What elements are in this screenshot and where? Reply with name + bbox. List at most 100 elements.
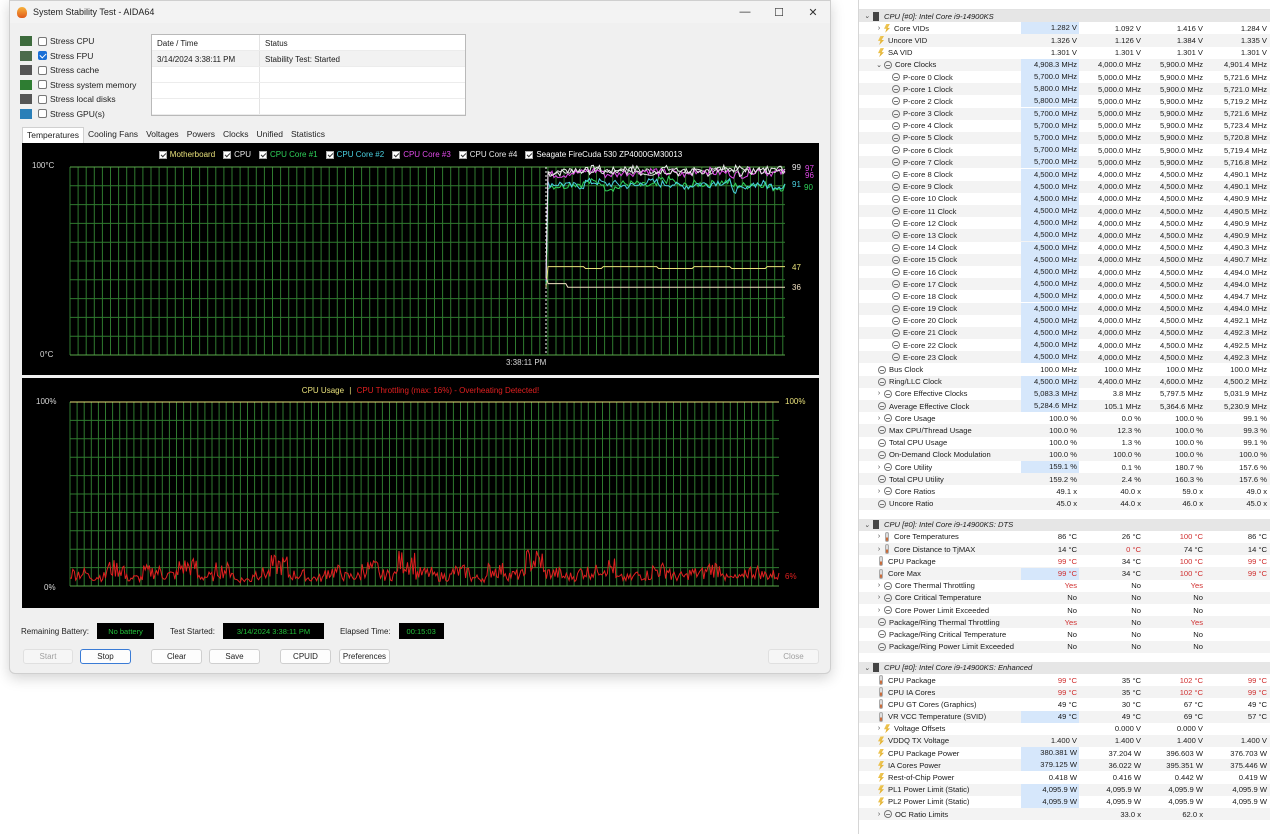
sensor-row[interactable]: E-core 20 Clock 4,500.0 MHz 4,000.0 MHz 4,5… bbox=[859, 314, 1270, 327]
tab-clocks[interactable]: Clocks bbox=[219, 127, 253, 143]
sensor-row[interactable]: › Voltage Offsets 0.000 V 0.000 V bbox=[859, 723, 1270, 735]
legend-checkbox[interactable] bbox=[458, 150, 467, 159]
sensor-row[interactable]: E-core 8 Clock 4,500.0 MHz 4,000.0 MHz 4,50… bbox=[859, 168, 1270, 181]
sensor-row[interactable]: P-core 1 Clock 5,800.0 MHz 5,000.0 MHz 5,90… bbox=[859, 83, 1270, 96]
legend-checkbox[interactable] bbox=[158, 150, 167, 159]
sensor-row[interactable]: › Core Distance to TjMAX 14 °C 0 °C 74 °C 14 … bbox=[859, 543, 1270, 556]
chevron-down-icon[interactable]: ⌄ bbox=[875, 61, 883, 69]
chevron-right-icon[interactable]: › bbox=[875, 582, 883, 589]
chevron-right-icon[interactable]: › bbox=[875, 464, 883, 471]
sensor-row[interactable]: E-core 14 Clock 4,500.0 MHz 4,000.0 MHz 4,5… bbox=[859, 241, 1270, 254]
sensor-row[interactable]: Package/Ring Thermal Throttling Yes No Yes bbox=[859, 616, 1270, 629]
stress-checkbox[interactable] bbox=[38, 51, 47, 61]
sensor-row[interactable]: E-core 10 Clock 4,500.0 MHz 4,000.0 MHz 4,5… bbox=[859, 192, 1270, 205]
chevron-right-icon[interactable]: › bbox=[875, 533, 883, 540]
sensor-row[interactable]: E-core 23 Clock 4,500.0 MHz 4,000.0 MHz 4,5… bbox=[859, 351, 1270, 364]
legend-item[interactable]: CPU Core #1 bbox=[259, 150, 318, 159]
sensor-row[interactable]: P-core 0 Clock 5,700.0 MHz 5,000.0 MHz 5,90… bbox=[859, 71, 1270, 84]
sensor-row[interactable]: › Core Critical Temperature No No No bbox=[859, 591, 1270, 604]
sensor-group-header[interactable]: ⌄ CPU [#0]: Intel Core i9-14900KS bbox=[859, 10, 1270, 23]
sensor-row[interactable]: Total CPU Utility 159.2 % 2.4 % 160.3 % 157.… bbox=[859, 473, 1270, 486]
sensor-row[interactable]: E-core 15 Clock 4,500.0 MHz 4,000.0 MHz 4,5… bbox=[859, 253, 1270, 266]
sensor-row[interactable]: E-core 16 Clock 4,500.0 MHz 4,000.0 MHz 4,5… bbox=[859, 266, 1270, 279]
sensor-row[interactable]: Core Max 99 °C 34 °C 100 °C 99 °C bbox=[859, 567, 1270, 580]
sensor-row[interactable]: › Core Temperatures 86 °C 26 °C 100 °C 86 °C bbox=[859, 531, 1270, 543]
legend-item[interactable]: Motherboard bbox=[158, 150, 215, 159]
sensor-row[interactable]: Rest-of-Chip Power 0.418 W 0.416 W 0.442 W 0… bbox=[859, 771, 1270, 783]
tab-voltages[interactable]: Voltages bbox=[142, 127, 183, 143]
stress-option[interactable]: Stress system memory bbox=[20, 78, 136, 93]
sensor-group-header[interactable]: ⌄ CPU [#0]: Intel Core i9-14900KS: Enhanc… bbox=[859, 661, 1270, 674]
log-row[interactable]: 3/14/2024 3:38:11 PM Stability Test: Sta… bbox=[152, 51, 465, 67]
sensor-row[interactable]: Uncore VID 1.326 V 1.126 V 1.384 V 1.335 V bbox=[859, 34, 1270, 47]
sensor-row[interactable]: P-core 6 Clock 5,700.0 MHz 5,000.0 MHz 5,90… bbox=[859, 144, 1270, 157]
sensor-row[interactable]: › Core VIDs 1.282 V 1.092 V 1.416 V 1.284 V bbox=[859, 22, 1270, 35]
sensor-row[interactable]: › Core Utility 159.1 % 0.1 % 180.7 % 157.6 % bbox=[859, 461, 1270, 474]
close-button[interactable]: Close bbox=[768, 649, 819, 664]
stop-button[interactable]: Stop bbox=[80, 649, 131, 664]
legend-checkbox[interactable] bbox=[325, 150, 334, 159]
sensor-row[interactable]: P-core 5 Clock 5,700.0 MHz 5,000.0 MHz 5,90… bbox=[859, 131, 1270, 145]
sensor-row[interactable]: › Core Thermal Throttling Yes No Yes bbox=[859, 580, 1270, 592]
chevron-down-icon[interactable]: ⌄ bbox=[863, 664, 871, 672]
sensor-row[interactable]: Ring/LLC Clock 4,500.0 MHz 4,400.0 MHz 4,60… bbox=[859, 375, 1270, 388]
sensor-row[interactable]: Max CPU/Thread Usage 100.0 % 12.3 % 100.0 %… bbox=[859, 424, 1270, 437]
chevron-right-icon[interactable]: › bbox=[875, 594, 883, 601]
stress-checkbox[interactable] bbox=[38, 65, 47, 75]
stress-option[interactable]: Stress local disks bbox=[20, 92, 136, 107]
sensor-row[interactable]: P-core 3 Clock 5,700.0 MHz 5,000.0 MHz 5,90… bbox=[859, 107, 1270, 120]
sensor-row[interactable]: PL1 Power Limit (Static) 4,095.9 W 4,095.9… bbox=[859, 783, 1270, 796]
chevron-down-icon[interactable]: ⌄ bbox=[863, 12, 871, 20]
chevron-down-icon[interactable]: ⌄ bbox=[863, 521, 871, 529]
legend-checkbox[interactable] bbox=[392, 150, 401, 159]
stress-checkbox[interactable] bbox=[38, 94, 47, 104]
sensor-row[interactable]: CPU IA Cores 99 °C 35 °C 102 °C 99 °C bbox=[859, 686, 1270, 699]
sensor-row[interactable]: Average Effective Clock 5,284.6 MHz 105.1 … bbox=[859, 400, 1270, 413]
minimize-button[interactable]: — bbox=[728, 1, 762, 23]
tab-powers[interactable]: Powers bbox=[183, 127, 219, 143]
chevron-right-icon[interactable]: › bbox=[875, 546, 883, 553]
stress-checkbox[interactable] bbox=[38, 80, 47, 90]
legend-item[interactable]: CPU Core #3 bbox=[392, 150, 451, 159]
tab-temperatures[interactable]: Temperatures bbox=[22, 127, 84, 143]
sensor-row[interactable]: IA Cores Power 379.125 W 36.022 W 395.351 W… bbox=[859, 759, 1270, 772]
stress-checkbox[interactable] bbox=[38, 109, 47, 119]
sensor-row[interactable]: E-core 13 Clock 4,500.0 MHz 4,000.0 MHz 4,5… bbox=[859, 229, 1270, 242]
sensor-row[interactable]: Package/Ring Power Limit Exceeded No No No bbox=[859, 640, 1270, 653]
stress-checkbox[interactable] bbox=[38, 36, 47, 46]
sensor-row[interactable]: E-core 18 Clock 4,500.0 MHz 4,000.0 MHz 4,5… bbox=[859, 290, 1270, 303]
preferences-button[interactable]: Preferences bbox=[339, 649, 390, 664]
sensor-row[interactable]: E-core 12 Clock 4,500.0 MHz 4,000.0 MHz 4,5… bbox=[859, 217, 1270, 230]
legend-item[interactable]: CPU Core #2 bbox=[325, 150, 384, 159]
sensor-row[interactable]: ⌄ Core Clocks 4,908.3 MHz 4,000.0 MHz 5,900.… bbox=[859, 58, 1270, 71]
sensor-row[interactable]: P-core 2 Clock 5,800.0 MHz 5,000.0 MHz 5,90… bbox=[859, 95, 1270, 108]
sensor-row[interactable]: CPU Package 99 °C 35 °C 102 °C 99 °C bbox=[859, 674, 1270, 686]
legend-checkbox[interactable] bbox=[525, 150, 534, 159]
sensor-row[interactable]: Package/Ring Critical Temperature No No No bbox=[859, 628, 1270, 640]
stress-option[interactable]: Stress CPU bbox=[20, 34, 136, 49]
sensor-row[interactable]: › Core Effective Clocks 5,083.3 MHz 3.8 MHz… bbox=[859, 387, 1270, 400]
legend-item[interactable]: CPU Core #4 bbox=[458, 150, 517, 159]
sensor-row[interactable]: E-core 19 Clock 4,500.0 MHz 4,000.0 MHz 4,5… bbox=[859, 302, 1270, 315]
close-window-button[interactable]: ✕ bbox=[796, 1, 830, 23]
chevron-right-icon[interactable]: › bbox=[875, 390, 883, 397]
stress-option[interactable]: Stress GPU(s) bbox=[20, 107, 136, 122]
sensor-row[interactable]: › Core Ratios 49.1 x 40.0 x 59.0 x 49.0 x bbox=[859, 485, 1270, 497]
sensor-row[interactable]: P-core 7 Clock 5,700.0 MHz 5,000.0 MHz 5,90… bbox=[859, 156, 1270, 169]
sensor-row[interactable]: PL2 Power Limit (Static) 4,095.9 W 4,095.9… bbox=[859, 795, 1270, 808]
sensor-row[interactable]: E-core 22 Clock 4,500.0 MHz 4,000.0 MHz 4,5… bbox=[859, 339, 1270, 352]
chevron-right-icon[interactable]: › bbox=[875, 488, 883, 495]
legend-checkbox[interactable] bbox=[259, 150, 268, 159]
chevron-right-icon[interactable]: › bbox=[875, 25, 883, 32]
sensor-row[interactable]: Total CPU Usage 100.0 % 1.3 % 100.0 % 99.1 % bbox=[859, 437, 1270, 449]
sensor-row[interactable]: CPU Package 99 °C 34 °C 100 °C 99 °C bbox=[859, 555, 1270, 567]
column-status[interactable]: Status bbox=[260, 35, 460, 50]
maximize-button[interactable]: ☐ bbox=[762, 1, 796, 23]
tab-statistics[interactable]: Statistics bbox=[287, 127, 329, 143]
sensor-row[interactable]: E-core 11 Clock 4,500.0 MHz 4,000.0 MHz 4,5… bbox=[859, 205, 1270, 218]
sensor-row[interactable]: CPU Package Power 380.381 W 37.204 W 396.60… bbox=[859, 747, 1270, 760]
tab-unified[interactable]: Unified bbox=[253, 127, 287, 143]
sensor-row[interactable]: E-core 9 Clock 4,500.0 MHz 4,000.0 MHz 4,50… bbox=[859, 180, 1270, 193]
chevron-right-icon[interactable]: › bbox=[875, 725, 883, 732]
sensor-row[interactable]: › Core Power Limit Exceeded No No No bbox=[859, 604, 1270, 616]
